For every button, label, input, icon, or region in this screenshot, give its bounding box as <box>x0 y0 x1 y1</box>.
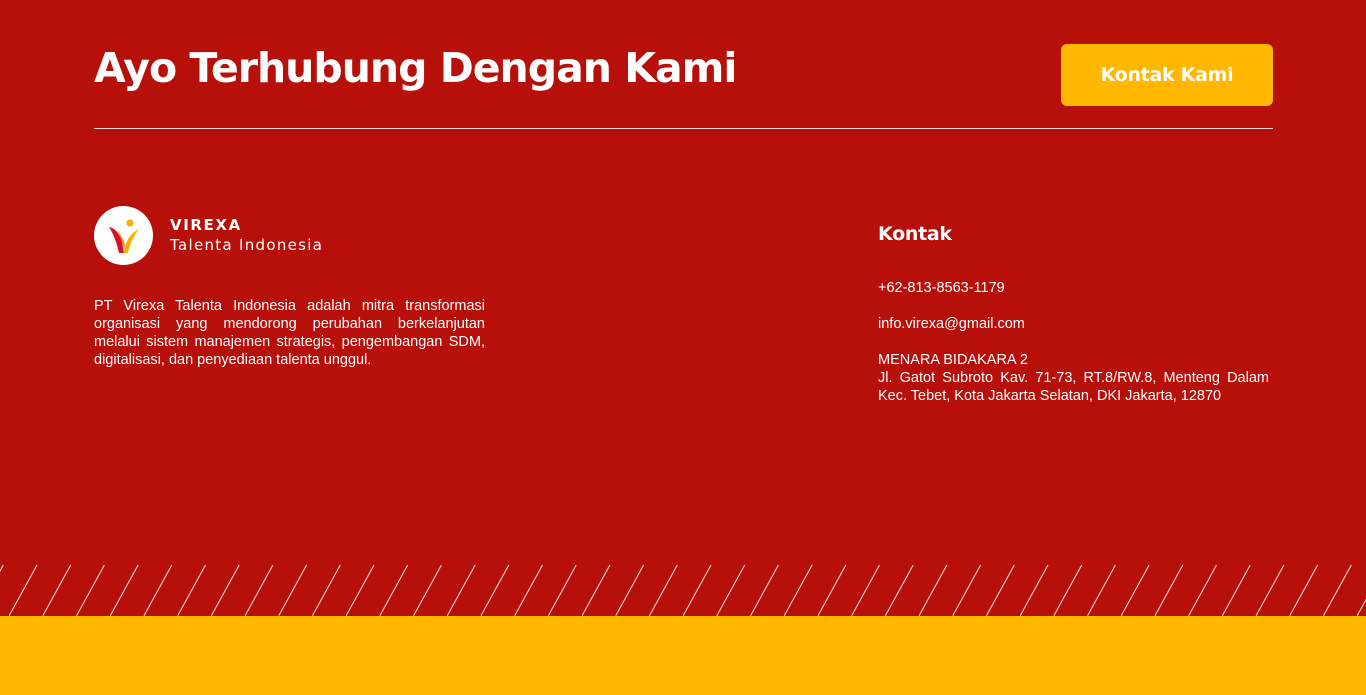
contact-phone[interactable]: +62-813-8563-1179 <box>878 279 1005 297</box>
company-description: PT Virexa Talenta Indonesia adalah mitra… <box>94 298 485 368</box>
virexa-logo-icon <box>94 206 153 265</box>
brand-block[interactable]: VIREXA Talenta Indonesia <box>94 206 323 265</box>
contact-address: Jl. Gatot Subroto Kav. 71-73, RT.8/RW.8,… <box>878 370 1269 404</box>
cta-title: Ayo Terhubung Dengan Kami <box>94 44 737 92</box>
bottom-accent-band <box>0 616 1366 695</box>
contact-us-button[interactable]: Kontak Kami <box>1061 44 1273 106</box>
divider <box>94 128 1273 129</box>
diagonal-stripes-decoration <box>0 565 1366 616</box>
contact-email[interactable]: info.virexa@gmail.com <box>878 315 1025 333</box>
brand-tagline: Talenta Indonesia <box>170 236 324 254</box>
contact-heading: Kontak <box>878 223 952 245</box>
address-title: MENARA BIDAKARA 2 <box>878 352 1028 368</box>
brand-name: VIREXA <box>170 216 242 234</box>
